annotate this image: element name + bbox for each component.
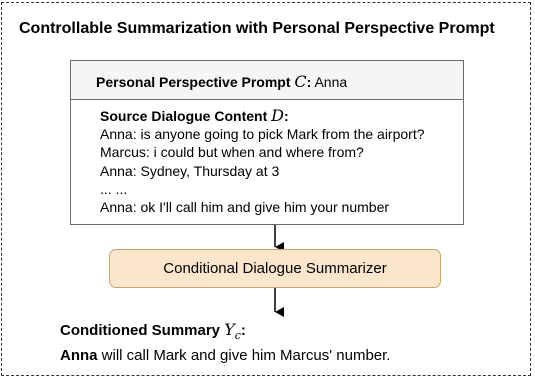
summary-text: will call Mark and give him Marcus' numb… [97,347,391,364]
summarizer-label: Conditional Dialogue Summarizer [163,260,387,277]
summary-speaker: Anna [60,347,98,364]
summary-label: Conditioned Summary [60,322,221,339]
summarizer-box: Conditional Dialogue Summarizer [109,249,441,288]
conditioned-summary: Conditioned Summary Yc: Anna will call M… [60,320,391,364]
summary-symbol: Y [224,320,235,339]
